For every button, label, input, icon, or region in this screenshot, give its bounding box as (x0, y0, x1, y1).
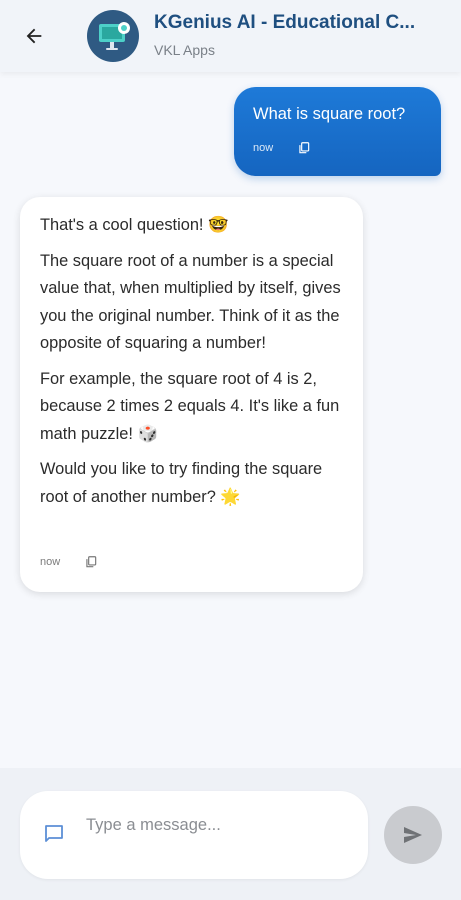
send-icon (404, 827, 422, 843)
app-header: KGenius AI - Educational C... VKL Apps (0, 0, 461, 72)
assistant-paragraph: That's a cool question! 🤓 (40, 216, 229, 234)
app-avatar (87, 10, 139, 62)
assistant-paragraph: The square root of a number is a special… (40, 251, 341, 353)
assistant-paragraph: Would you like to try finding the square… (40, 460, 323, 506)
arrow-back-icon (26, 28, 42, 44)
copy-icon[interactable] (297, 141, 311, 155)
robot-board-icon (99, 22, 130, 50)
user-message-bubble: What is square root? now (234, 87, 441, 176)
copy-icon[interactable] (84, 555, 98, 569)
assistant-message-meta: now (40, 555, 98, 569)
message-timestamp: now (40, 556, 61, 568)
message-input[interactable] (84, 810, 358, 840)
message-timestamp: now (253, 142, 274, 154)
app-title: KGenius AI - Educational C... (154, 12, 416, 33)
user-message-text: What is square root? (253, 105, 406, 123)
assistant-paragraph: For example, the square root of 4 is 2, … (40, 369, 340, 443)
app-subtitle: VKL Apps (154, 42, 215, 58)
chat-bubble-icon (45, 825, 63, 842)
user-message-meta: now (253, 141, 311, 155)
assistant-message-bubble: That's a cool question! 🤓 The square roo… (20, 197, 363, 592)
send-button[interactable] (384, 806, 442, 864)
back-button[interactable] (18, 20, 50, 52)
assistant-message-text: That's a cool question! 🤓 The square roo… (40, 212, 345, 519)
